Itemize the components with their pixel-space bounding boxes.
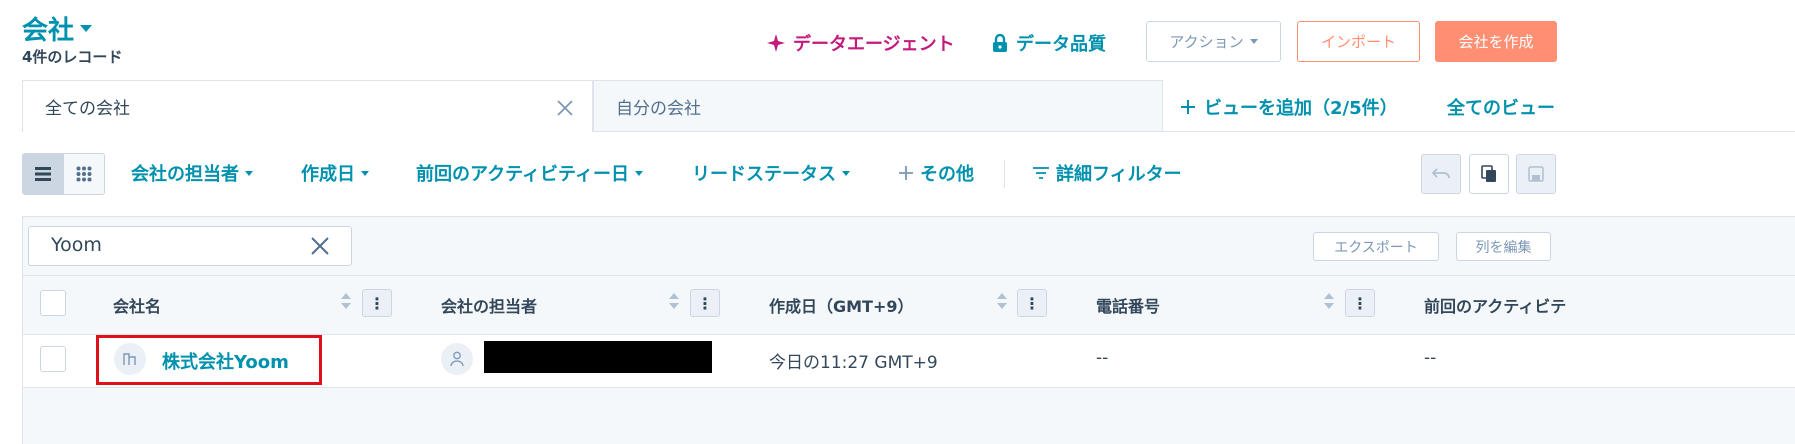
owner-avatar — [441, 343, 473, 375]
save-view-button[interactable] — [1516, 154, 1556, 194]
board-view-button[interactable] — [63, 154, 104, 194]
plus-icon — [899, 166, 913, 180]
more-vertical-icon: ⋮ — [369, 293, 385, 313]
edit-columns-button[interactable]: 列を編集 — [1456, 232, 1551, 261]
export-button[interactable]: エクスポート — [1313, 232, 1439, 261]
phone-value: -- — [1096, 348, 1109, 368]
header-divider — [23, 275, 1795, 276]
import-button[interactable]: インポート — [1297, 21, 1420, 62]
undo-button[interactable] — [1421, 154, 1461, 194]
tab-all-companies[interactable]: 全ての会社 — [22, 80, 593, 132]
add-view-button[interactable]: ビューを追加（2/5件） — [1180, 94, 1398, 120]
clone-view-button[interactable] — [1469, 154, 1509, 194]
list-view-button[interactable] — [23, 154, 64, 194]
filter-created[interactable]: 作成日 — [301, 160, 369, 186]
column-header-owner[interactable]: 会社の担当者 — [441, 293, 537, 317]
created-date: 今日の11:27 GMT+9 — [769, 353, 938, 373]
chevron-down-icon — [245, 170, 253, 176]
clear-search-icon[interactable] — [310, 236, 330, 256]
user-icon — [450, 351, 464, 367]
divider — [1004, 160, 1005, 188]
company-avatar — [114, 343, 146, 375]
chevron-down-icon — [1249, 39, 1258, 44]
copy-icon — [1481, 165, 1496, 182]
row-checkbox[interactable] — [40, 346, 66, 372]
tab-my-companies[interactable]: 自分の会社 — [593, 80, 1163, 132]
select-all-checkbox[interactable] — [40, 290, 66, 316]
chevron-down-icon — [842, 170, 850, 176]
building-icon — [123, 353, 136, 365]
list-icon — [35, 167, 52, 181]
close-icon[interactable] — [556, 99, 574, 117]
undo-icon — [1432, 168, 1450, 179]
page-title[interactable]: 会社 — [22, 10, 93, 47]
column-header-last-activity[interactable]: 前回のアクティビテ — [1424, 293, 1566, 317]
record-count: 4件のレコード — [22, 48, 123, 66]
company-name-link[interactable]: 株式会社Yoom — [162, 348, 289, 374]
actions-button[interactable]: アクション — [1146, 21, 1281, 62]
plus-icon — [1181, 100, 1195, 114]
column-menu-button[interactable]: ⋮ — [1345, 289, 1375, 317]
column-menu-button[interactable]: ⋮ — [690, 289, 720, 317]
data-agent-link[interactable]: データエージェント — [767, 30, 955, 56]
filter-owner[interactable]: 会社の担当者 — [131, 160, 253, 186]
sort-icon[interactable] — [668, 290, 680, 312]
chevron-down-icon — [361, 170, 369, 176]
more-vertical-icon: ⋮ — [1024, 293, 1040, 313]
tabs-divider — [1161, 131, 1795, 132]
chevron-down-icon — [634, 170, 643, 176]
save-icon — [1528, 166, 1544, 182]
sort-icon[interactable] — [1323, 290, 1335, 312]
grid-icon — [76, 166, 92, 182]
column-header-created[interactable]: 作成日（GMT+9） — [769, 293, 914, 317]
owner-name-redacted — [484, 341, 712, 373]
filter-more[interactable]: その他 — [898, 160, 974, 186]
sort-icon[interactable] — [996, 290, 1008, 312]
advanced-filters-button[interactable]: 詳細フィルター — [1032, 160, 1182, 186]
table-search-input[interactable]: Yoom — [28, 226, 352, 266]
lock-icon — [993, 34, 1007, 52]
filter-lead-status[interactable]: リードステータス — [692, 160, 850, 186]
column-menu-button[interactable]: ⋮ — [1017, 289, 1047, 317]
sparkle-icon — [767, 34, 785, 52]
all-views-link[interactable]: 全てのビュー — [1447, 94, 1555, 120]
filter-icon — [1033, 167, 1049, 179]
column-header-phone[interactable]: 電話番号 — [1096, 293, 1160, 317]
last-activity-value: -- — [1424, 348, 1437, 368]
chevron-down-icon — [80, 25, 93, 32]
column-header-company-name[interactable]: 会社名 — [113, 293, 161, 317]
data-quality-link[interactable]: データ品質 — [992, 30, 1106, 56]
create-company-button[interactable]: 会社を作成 — [1435, 21, 1557, 62]
view-mode-toggle — [22, 153, 105, 195]
more-vertical-icon: ⋮ — [697, 293, 713, 313]
sort-icon[interactable] — [340, 290, 352, 312]
column-menu-button[interactable]: ⋮ — [362, 289, 392, 317]
filter-last-activity[interactable]: 前回のアクティビティー日 — [416, 160, 643, 186]
more-vertical-icon: ⋮ — [1352, 293, 1368, 313]
